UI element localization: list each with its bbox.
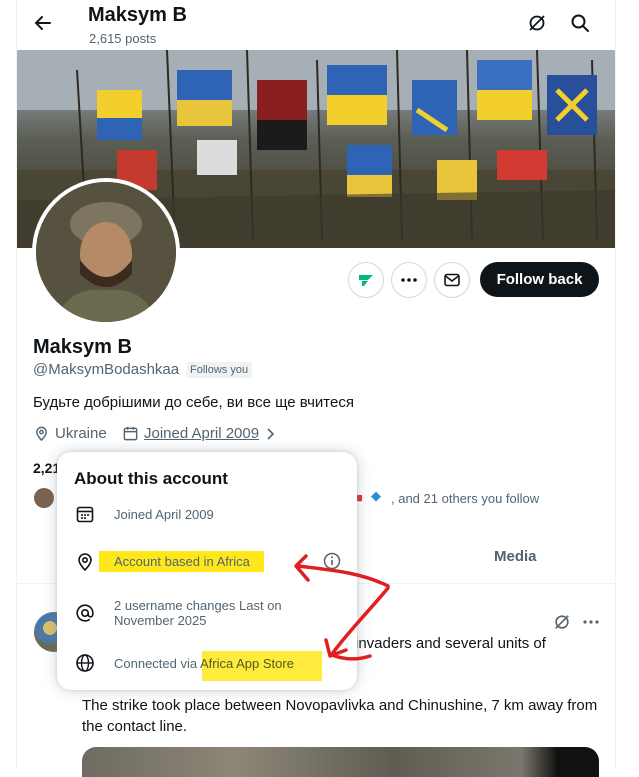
annotation-arrow-lower [330, 586, 390, 656]
annotation-arrow-upper [296, 564, 390, 588]
annotation-arrows [294, 554, 390, 661]
